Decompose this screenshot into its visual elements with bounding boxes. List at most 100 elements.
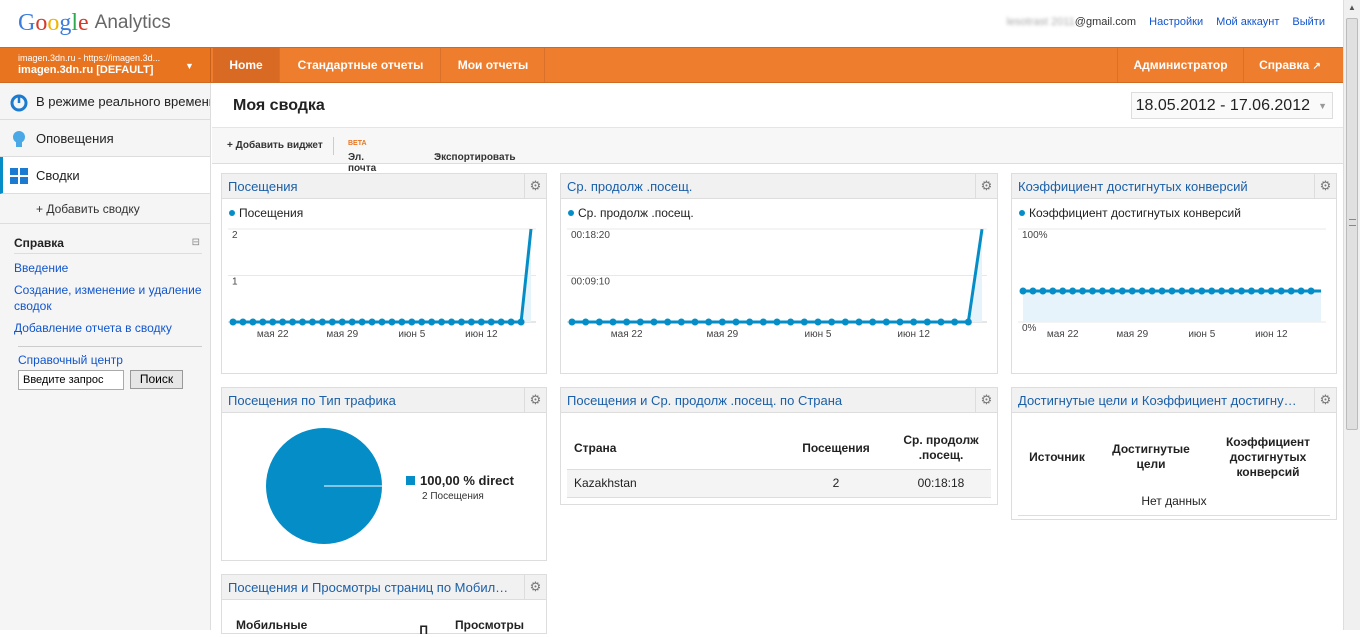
help-center-link[interactable]: Справочный центр [18,353,202,367]
column-header[interactable]: Коэффициент достигнутых конверсий [1206,427,1330,487]
help-link-intro[interactable]: Введение [14,260,202,276]
toolbar: + Добавить виджет Эл. почта BETA Экспорт… [212,127,1343,174]
widget-title[interactable]: Коэффициент достигнутых конверсий [1018,179,1302,194]
legend-swatch [406,476,415,485]
x-axis-label: июн 5 [805,329,832,340]
x-axis-label: июн 12 [465,329,498,340]
help-center: Справочный центр Поиск [18,346,202,390]
account-selector[interactable]: imagen.3dn.ru - https://imagen.3d... ima… [0,48,211,82]
settings-link[interactable]: Настройки [1149,16,1203,28]
data-point [1267,287,1275,295]
widget-title[interactable]: Посещения [228,179,512,194]
external-link-icon: ↗ [1312,61,1321,72]
help-search-button[interactable]: Поиск [130,369,183,389]
user-email: @gmail.com [1074,16,1137,28]
widget-title[interactable]: Достигнутые цели и Коэффициент достигнут… [1018,393,1302,408]
vertical-scrollbar[interactable]: ▲ [1343,0,1360,630]
data-point [718,318,726,326]
data-point [497,318,505,326]
sidebar-item-alerts[interactable]: Оповещения [0,120,210,157]
collapse-icon[interactable]: ⊟ [192,237,200,248]
widget-title[interactable]: Посещения по Тип трафика [228,393,512,408]
table-cell: 2 [781,469,891,498]
gear-icon[interactable]: ⚙ [524,174,546,198]
column-header[interactable]: Посещения [781,427,891,470]
sidebar-item-dashboards[interactable]: Сводки [0,157,210,194]
dashboard-icon [10,168,28,184]
column-header[interactable]: Страна [567,427,781,470]
data-point [705,318,713,326]
help-search-input[interactable] [18,370,124,390]
data-point [1247,287,1255,295]
gear-icon[interactable]: ⚙ [1314,174,1336,198]
sidebar-item-label: Сводки [36,168,80,183]
data-point [1297,287,1305,295]
tab-admin[interactable]: Администратор [1117,48,1244,82]
widget-title[interactable]: Посещения и Просмотры страниц по Мобильн… [228,580,512,595]
data-point [746,318,754,326]
widget-mobile: Посещения и Просмотры страниц по Мобильн… [221,574,547,637]
data-point [773,318,781,326]
widget-title[interactable]: Посещения и Ср. продолж .посещ. по Стран… [567,393,963,408]
x-axis-label: мая 22 [611,329,643,340]
data-point [1198,287,1206,295]
table-header-row: Страна Посещения Ср. продолж .посещ. [567,427,991,470]
scroll-thumb[interactable] [1346,18,1358,430]
gear-icon[interactable]: ⚙ [524,388,546,412]
data-point [308,318,316,326]
data-point [759,318,767,326]
help-tab-label: Справка [1259,58,1310,72]
email-button[interactable]: Эл. почта BETA [348,140,376,174]
data-point [398,318,406,326]
bulb-icon [13,131,25,147]
column-header[interactable]: Достигнутые цели [1096,427,1206,487]
data-point [1089,287,1097,295]
pie-legend-count: 2 Посещения [422,491,484,502]
data-point [457,318,465,326]
gear-icon[interactable]: ⚙ [975,388,997,412]
column-header[interactable]: П [318,618,428,637]
realtime-icon [10,94,28,112]
pie-legend-pct: 100,00 % direct [420,473,514,488]
tab-help[interactable]: Справка ↗ [1245,48,1335,82]
gear-icon[interactable]: ⚙ [1314,388,1336,412]
widget-avg-duration: Ср. продолж .посещ. ⚙ Ср. продолж .посещ.… [560,173,998,374]
widget-title[interactable]: Ср. продолж .посещ. [567,179,963,194]
tab-my-reports[interactable]: Мои отчеты [442,48,545,82]
google-analytics-logo[interactable]: Google Analytics [18,9,171,37]
scroll-up-arrow[interactable]: ▲ [1344,0,1360,16]
date-range-picker[interactable]: 18.05.2012 - 17.06.2012 ▼ [1130,92,1333,119]
chart-legend: Посещения [229,206,303,220]
data-point [1208,287,1216,295]
tab-home[interactable]: Home [213,48,280,82]
add-dashboard-link[interactable]: + Добавить сводку [0,194,210,224]
tab-standard-reports[interactable]: Стандартные отчеты [281,48,441,82]
widget-header: Посещения по Тип трафика ⚙ [222,388,546,413]
widget-header: Посещения и Ср. продолж .посещ. по Стран… [561,388,997,413]
data-point [487,318,495,326]
add-widget-button[interactable]: + Добавить виджет [227,140,323,151]
data-point [299,318,307,326]
data-point [477,318,485,326]
y-axis-label: 00:09:10 [571,277,610,288]
data-point [609,318,617,326]
table-cell[interactable]: Kazakhstan [567,469,781,498]
data-point [348,318,356,326]
help-link-create-edit[interactable]: Создание, изменение и удаление сводок [14,282,202,314]
gear-icon[interactable]: ⚙ [975,174,997,198]
data-point [787,318,795,326]
logout-link[interactable]: Выйти [1292,16,1325,28]
column-header[interactable]: Мобильные [228,618,318,637]
column-header[interactable]: Просмотры [428,618,538,637]
column-header[interactable]: Источник [1018,427,1096,487]
my-account-link[interactable]: Мой аккаунт [1216,16,1279,28]
sidebar-item-realtime[interactable]: В режиме реального времени [0,83,210,120]
widget-goals: Достигнутые цели и Коэффициент достигнут… [1011,387,1337,520]
column-header[interactable]: Ср. продолж .посещ. [891,427,991,470]
help-section: Справка ⊟ Введение Создание, изменение и … [0,224,210,336]
data-point [910,318,918,326]
date-range: 18.05.2012 - 17.06.2012 [1135,97,1310,114]
gear-icon[interactable]: ⚙ [524,575,546,599]
help-link-add-report[interactable]: Добавление отчета в сводку [14,320,202,336]
data-point [882,318,890,326]
